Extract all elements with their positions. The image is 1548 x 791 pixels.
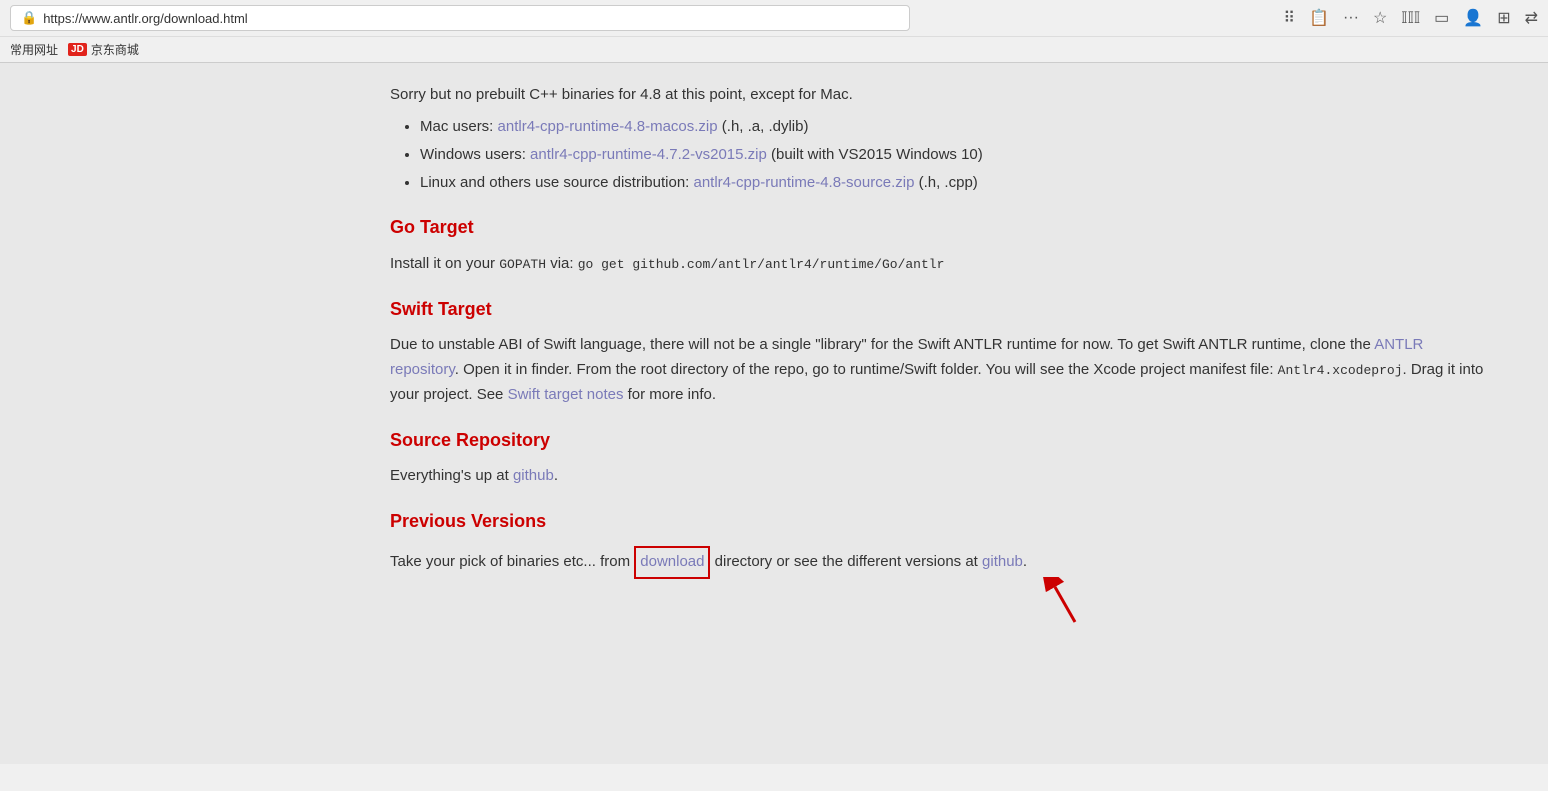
go-text-before: Install it on your — [390, 255, 499, 272]
bullet-win-label: Windows users: — [420, 146, 530, 163]
source-repo-text: Everything's up at — [390, 467, 513, 484]
prev-github-text: github — [982, 553, 1023, 570]
swift-para1: Due to unstable ABI of Swift language, t… — [390, 336, 1374, 353]
swift-notes-link[interactable]: Swift target notes — [508, 386, 624, 403]
go-command-code: go get github.com/antlr/antlr4/runtime/G… — [578, 257, 945, 272]
library-icon[interactable]: 𝕀𝕀𝕀 — [1401, 8, 1420, 28]
swift-target-paragraph: Due to unstable ABI of Swift language, t… — [390, 333, 1488, 407]
prev-text-after: . — [1023, 553, 1027, 570]
bullet-mac-suffix: (.h, .a, .dylib) — [722, 118, 809, 135]
bullet-linux-suffix: (.h, .cpp) — [919, 174, 978, 191]
go-target-heading: Go Target — [390, 213, 1488, 242]
source-repo-heading: Source Repository — [390, 426, 1488, 455]
download-link-text: download — [640, 553, 704, 570]
view-icon[interactable]: ▭ — [1434, 8, 1449, 28]
bullet-win-suffix: (built with VS2015 Windows 10) — [771, 146, 983, 163]
bookmark-changuyongwangzhi[interactable]: 常用网址 — [10, 41, 58, 58]
cpp-bullet-list: Mac users: antlr4-cpp-runtime-4.8-macos.… — [420, 115, 1488, 195]
bookmarks-bar: 常用网址 JD 京东商城 — [0, 36, 1548, 62]
browser-chrome: 🔒 https://www.antlr.org/download.html ⠿ … — [0, 0, 1548, 63]
go-target-paragraph: Install it on your GOPATH via: go get gi… — [390, 252, 1488, 277]
bullet-mac: Mac users: antlr4-cpp-runtime-4.8-macos.… — [420, 115, 1488, 139]
bullet-linux-label: Linux and others use source distribution… — [420, 174, 694, 191]
swift-para2-after: for more info. — [623, 386, 716, 403]
star-icon[interactable]: ☆ — [1373, 8, 1387, 28]
swift-notes-text: Swift target notes — [508, 386, 624, 403]
previous-versions-paragraph: Take your pick of binaries etc... from d… — [390, 546, 1488, 579]
prev-text-before: Take your pick of binaries etc... from — [390, 553, 634, 570]
swift-target-heading: Swift Target — [390, 295, 1488, 324]
windows-download-link[interactable]: antlr4-cpp-runtime-4.7.2-vs2015.zip — [530, 146, 767, 163]
cpp-intro: Sorry but no prebuilt C++ binaries for 4… — [390, 83, 1488, 107]
linux-download-link[interactable]: antlr4-cpp-runtime-4.8-source.zip — [694, 174, 915, 191]
previous-versions-heading: Previous Versions — [390, 507, 1488, 536]
source-repo-after: . — [554, 467, 558, 484]
prev-text-middle: directory or see the different versions … — [710, 553, 982, 570]
bullet-linux: Linux and others use source distribution… — [420, 171, 1488, 195]
qr-icon[interactable]: ⠿ — [1283, 8, 1295, 28]
arrow-annotation-svg — [985, 577, 1185, 627]
source-github-text: github — [513, 467, 554, 484]
multiview-icon[interactable]: ⊞ — [1497, 8, 1510, 28]
account-icon[interactable]: 👤 — [1463, 8, 1483, 28]
bookmark-jd[interactable]: JD 京东商城 — [68, 41, 139, 58]
swift-para1-after: . Open it in finder. From the root direc… — [455, 361, 1278, 378]
more-icon[interactable]: ··· — [1343, 9, 1359, 27]
address-bar-row: 🔒 https://www.antlr.org/download.html ⠿ … — [0, 0, 1548, 36]
address-bar[interactable]: 🔒 https://www.antlr.org/download.html — [10, 5, 910, 31]
bullet-mac-label: Mac users: — [420, 118, 498, 135]
mac-download-link[interactable]: antlr4-cpp-runtime-4.8-macos.zip — [498, 118, 718, 135]
source-github-link[interactable]: github — [513, 467, 554, 484]
prev-github-link[interactable]: github — [982, 553, 1023, 570]
jd-logo: JD — [68, 43, 87, 56]
xcode-proj-code: Antlr4.xcodeproj — [1278, 363, 1403, 378]
bullet-windows: Windows users: antlr4-cpp-runtime-4.7.2-… — [420, 143, 1488, 167]
lock-icon: 🔒 — [21, 10, 37, 26]
bookmark-label-1: 常用网址 — [10, 41, 58, 58]
arrow-annotation-container — [390, 577, 1488, 607]
source-repo-paragraph: Everything's up at github. — [390, 464, 1488, 489]
reader-icon[interactable]: 📋 — [1309, 8, 1329, 28]
go-text-middle: via: — [546, 255, 578, 272]
url-text[interactable]: https://www.antlr.org/download.html — [43, 11, 248, 26]
bookmark-label-2: 京东商城 — [91, 41, 139, 58]
page-content: Sorry but no prebuilt C++ binaries for 4… — [0, 63, 1548, 764]
toolbar-icons: ⠿ 📋 ··· ☆ 𝕀𝕀𝕀 ▭ 👤 ⊞ ⇄ — [1283, 8, 1538, 28]
extension-icon[interactable]: ⇄ — [1525, 8, 1538, 28]
download-link[interactable]: download — [634, 546, 710, 579]
gopath-code: GOPATH — [499, 257, 546, 272]
